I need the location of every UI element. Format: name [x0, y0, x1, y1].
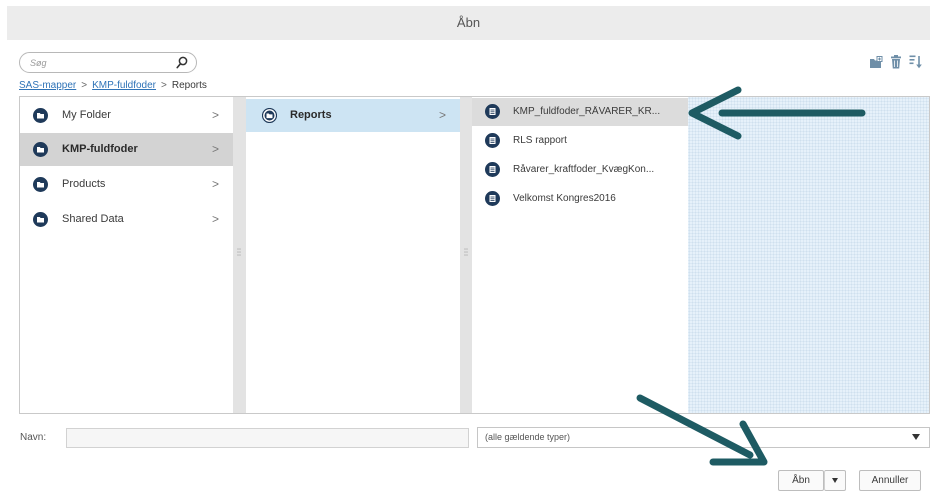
report-icon — [485, 104, 500, 119]
report-icon — [485, 133, 500, 148]
name-input[interactable] — [66, 428, 469, 448]
file-item[interactable]: KMP_fuldfoder_RÅVARER_KR... — [472, 98, 688, 126]
file-item-label: Råvarer_kraftfoder_KvægKon... — [513, 164, 655, 175]
file-item[interactable]: Råvarer_kraftfoder_KvægKon... — [472, 156, 688, 184]
file-item-label: KMP_fuldfoder_RÅVARER_KR... — [513, 106, 661, 117]
search-input[interactable] — [30, 56, 170, 70]
file-type-value: (alle gældende typer) — [485, 432, 571, 442]
breadcrumb: SAS-mapper > KMP-fuldfoder > Reports — [19, 80, 207, 91]
file-type-select[interactable]: (alle gældende typer) — [477, 427, 930, 448]
breadcrumb-kmp-fuldfoder[interactable]: KMP-fuldfoder — [92, 80, 156, 91]
breadcrumb-separator: > — [161, 80, 167, 91]
subfolder-column: Reports > — [246, 97, 460, 413]
delete-icon[interactable] — [888, 54, 904, 70]
folder-item-label: My Folder — [62, 109, 111, 121]
open-options-button[interactable] — [824, 470, 846, 491]
breadcrumb-separator: > — [81, 80, 88, 91]
toolbar — [868, 54, 924, 70]
file-item-label: RLS rapport — [513, 135, 567, 146]
folder-item-label: Products — [62, 178, 106, 190]
chevron-right-icon: > — [211, 177, 219, 191]
dropdown-arrow-icon — [912, 434, 920, 440]
folder-icon — [262, 108, 277, 123]
folder-item-label: Shared Data — [62, 213, 124, 225]
breadcrumb-sas-mapper[interactable]: SAS-mapper — [19, 80, 76, 91]
folder-icon — [33, 108, 48, 123]
folder-item-kmp-fuldfoder[interactable]: KMP-fuldfoder > — [20, 133, 233, 166]
chevron-right-icon: > — [211, 108, 219, 122]
dialog-title: Åbn — [456, 15, 481, 30]
folder-icon — [33, 142, 48, 157]
folder-item-products[interactable]: Products > — [20, 168, 233, 201]
folder-item-shared-data[interactable]: Shared Data > — [20, 203, 233, 236]
file-item[interactable]: Velkomst Kongres2016 — [472, 185, 688, 213]
grip-icon — [237, 248, 241, 256]
file-column: KMP_fuldfoder_RÅVARER_KR... RLS rapport … — [472, 97, 688, 413]
cancel-button[interactable]: Annuller — [859, 470, 921, 491]
file-item[interactable]: RLS rapport — [472, 127, 688, 155]
dialog-titlebar: Åbn — [7, 6, 930, 40]
chevron-right-icon: > — [211, 212, 219, 226]
chevron-right-icon: > — [438, 108, 446, 122]
name-label: Navn: — [20, 432, 47, 443]
folder-column: My Folder > KMP-fuldfoder > Products > S… — [20, 97, 233, 413]
chevron-right-icon: > — [211, 142, 219, 156]
subfolder-item-reports[interactable]: Reports > — [246, 99, 460, 132]
new-folder-icon[interactable] — [868, 54, 884, 70]
subfolder-item-label: Reports — [290, 109, 332, 121]
open-button[interactable]: Åbn — [778, 470, 824, 491]
preview-pane — [688, 97, 929, 413]
search-box[interactable] — [19, 52, 197, 73]
chevron-down-icon — [832, 478, 838, 483]
file-item-label: Velkomst Kongres2016 — [513, 193, 616, 204]
folder-item-label: KMP-fuldfoder — [62, 143, 138, 155]
sort-icon[interactable] — [908, 54, 924, 70]
folder-item-my-folder[interactable]: My Folder > — [20, 99, 233, 132]
breadcrumb-current: Reports — [171, 80, 207, 91]
folder-icon — [33, 177, 48, 192]
search-icon[interactable] — [176, 56, 188, 69]
report-icon — [485, 162, 500, 177]
column-resize-handle[interactable] — [460, 97, 472, 413]
column-resize-handle[interactable] — [233, 97, 246, 413]
grip-icon — [464, 248, 468, 256]
folder-browser: My Folder > KMP-fuldfoder > Products > S… — [19, 96, 930, 414]
folder-icon — [33, 212, 48, 227]
report-icon — [485, 191, 500, 206]
